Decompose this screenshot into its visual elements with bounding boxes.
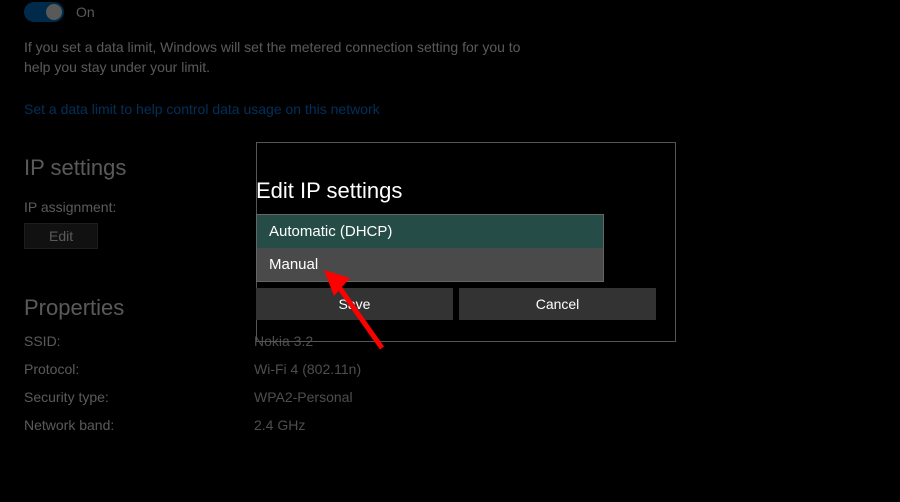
property-value: Wi-Fi 4 (802.11n) [254,361,361,377]
properties-list: SSID: Nokia 3.2 Protocol: Wi-Fi 4 (802.1… [24,333,876,433]
cancel-button[interactable]: Cancel [459,288,656,320]
metered-toggle-label: On [76,4,95,20]
data-limit-description: If you set a data limit, Windows will se… [24,38,544,77]
ip-mode-dropdown[interactable]: Automatic (DHCP) Manual [256,214,604,282]
data-limit-link[interactable]: Set a data limit to help control data us… [24,101,380,117]
property-label: SSID: [24,333,254,349]
property-row: Security type: WPA2-Personal [24,389,876,405]
edit-ip-dialog: Edit IP settings Automatic (DHCP) Manual… [256,178,656,320]
ip-assignment-label: IP assignment: [24,199,116,215]
save-button[interactable]: Save [256,288,453,320]
metered-toggle[interactable] [24,2,64,22]
property-label: Security type: [24,389,254,405]
metered-toggle-row: On [24,2,876,22]
property-row: Protocol: Wi-Fi 4 (802.11n) [24,361,876,377]
edit-button[interactable]: Edit [24,223,98,249]
dialog-title: Edit IP settings [256,178,656,204]
property-value: 2.4 GHz [254,417,305,433]
property-label: Network band: [24,417,254,433]
property-value: WPA2-Personal [254,389,353,405]
property-row: Network band: 2.4 GHz [24,417,876,433]
property-label: Protocol: [24,361,254,377]
dropdown-option-manual[interactable]: Manual [257,248,603,281]
dropdown-option-automatic[interactable]: Automatic (DHCP) [257,215,603,248]
